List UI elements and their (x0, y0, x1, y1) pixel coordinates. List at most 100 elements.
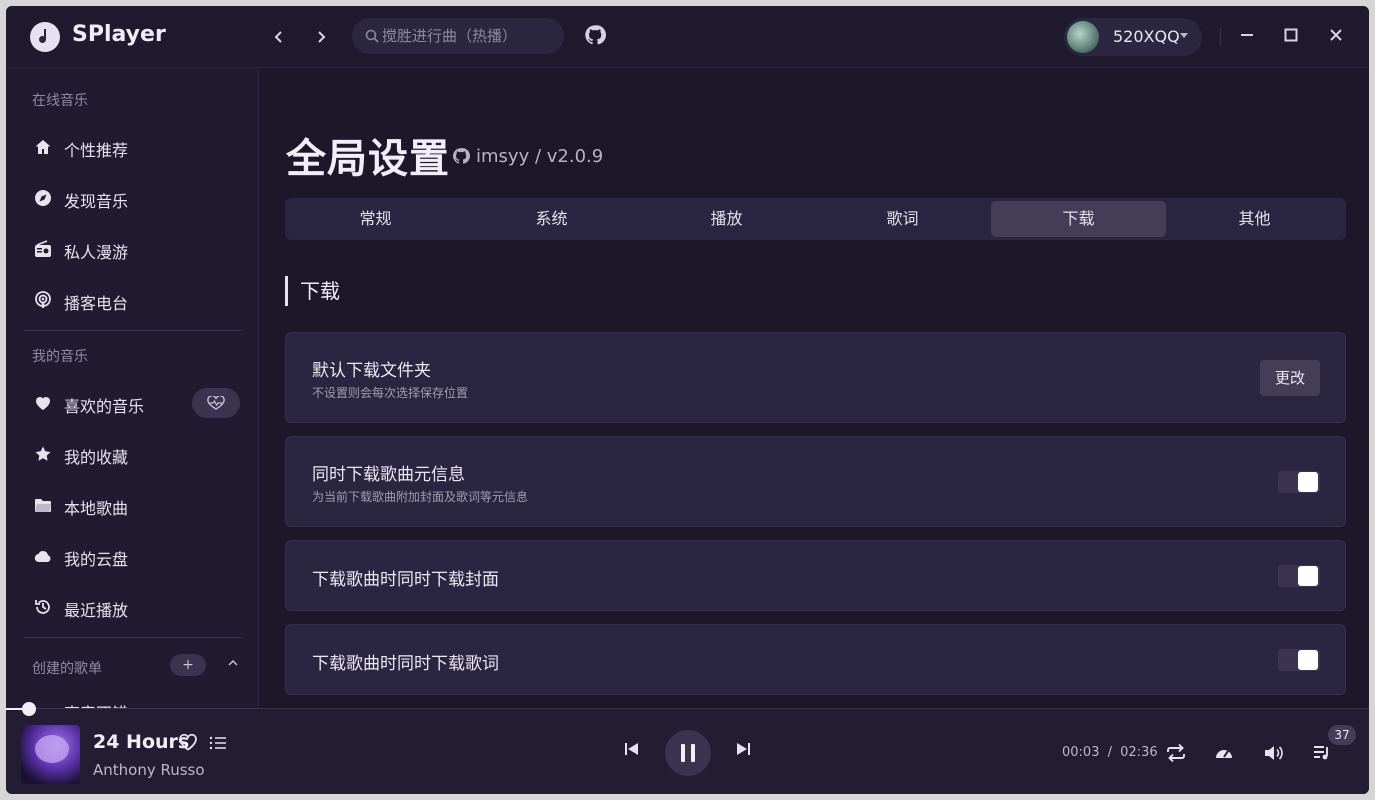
queue-count-badge: 37 (1328, 725, 1356, 745)
sidebar-item-label: 我的云盘 (64, 550, 129, 569)
setting-title: 下载歌曲时同时下载封面 (312, 570, 499, 590)
song-menu-button[interactable] (209, 735, 227, 755)
github-icon (453, 148, 470, 164)
compass-icon (35, 190, 51, 206)
tab-general[interactable]: 常规 (288, 201, 463, 237)
setting-download-lyrics: 下载歌曲时同时下载歌词 (285, 624, 1346, 695)
setting-description: 不设置则会每次选择保存位置 (312, 386, 469, 400)
avatar (1067, 21, 1099, 53)
maximize-icon (1284, 28, 1298, 42)
setting-description: 为当前下载歌曲附加封面及歌词等元信息 (312, 490, 529, 504)
tab-playback[interactable]: 播放 (639, 201, 814, 237)
maximize-button[interactable] (1278, 24, 1304, 50)
search-input[interactable]: 搅胜进行曲（热播） (352, 18, 564, 54)
skip-previous-icon (625, 743, 638, 755)
meta-toggle[interactable] (1278, 471, 1320, 493)
collapse-button[interactable] (228, 656, 238, 670)
sidebar-item-recommend[interactable]: 个性推荐 (24, 127, 242, 167)
add-playlist-button[interactable]: + (170, 654, 206, 676)
sidebar-item-recent[interactable]: 最近播放 (24, 587, 242, 627)
sidebar-item-collection[interactable]: 我的收藏 (24, 434, 242, 474)
github-button[interactable] (584, 24, 606, 50)
lyrics-toggle[interactable] (1278, 649, 1320, 671)
volume-button[interactable] (1263, 743, 1283, 767)
repeat-button[interactable] (1165, 743, 1187, 767)
setting-download-cover: 下载歌曲时同时下载封面 (285, 540, 1346, 611)
minimize-icon (1241, 34, 1253, 36)
pause-icon (681, 744, 695, 762)
title-bar: SPlayer 搅胜进行曲（热播） 520XQQ (6, 6, 1369, 68)
caret-down-icon (1180, 33, 1188, 38)
player-bar: 24 Hours Anthony Russo 00:03 / 02:36 37 (6, 702, 1369, 794)
setting-title: 下载歌曲时同时下载歌词 (312, 654, 499, 674)
chevron-up-icon (228, 659, 238, 666)
repeat-icon (1167, 743, 1185, 763)
toggle-knob (1298, 650, 1318, 670)
setting-title: 同时下载歌曲元信息 (312, 465, 465, 485)
search-icon (365, 29, 379, 43)
app-name[interactable]: SPlayer (72, 22, 166, 47)
sidebar-item-label: 喜欢的音乐 (64, 397, 145, 416)
volume-icon (1265, 746, 1283, 760)
heart-outline-icon (179, 733, 197, 751)
sidebar-item-discover[interactable]: 发现音乐 (24, 178, 242, 218)
chevron-right-icon (318, 31, 326, 43)
minimize-button[interactable] (1234, 24, 1260, 50)
forward-button[interactable] (308, 24, 334, 50)
heartbeat-icon (207, 395, 225, 410)
sidebar-item-label: 发现音乐 (64, 192, 129, 211)
progress-handle[interactable] (22, 702, 36, 716)
repo-owner: imsyy (476, 146, 530, 167)
heartbeat-mode-button[interactable] (192, 388, 240, 418)
tab-system[interactable]: 系统 (464, 201, 639, 237)
sidebar-item-label: 本地歌曲 (64, 499, 129, 518)
speed-button[interactable] (1214, 743, 1234, 767)
pause-button[interactable] (665, 730, 711, 776)
version-label: v2.0.9 (546, 146, 604, 167)
chevron-left-icon (274, 31, 282, 43)
cover-toggle[interactable] (1278, 565, 1320, 587)
previous-button[interactable] (624, 741, 640, 761)
user-menu[interactable]: 520XQQ (1064, 18, 1202, 56)
section-title: 下载 (285, 276, 340, 306)
sidebar-item-local[interactable]: 本地歌曲 (24, 485, 242, 525)
sidebar-item-cloud[interactable]: 我的云盘 (24, 536, 242, 576)
like-button[interactable] (178, 733, 198, 755)
app-logo-icon[interactable] (30, 22, 60, 52)
sidebar-divider (24, 637, 242, 638)
time-separator: / (1107, 745, 1112, 760)
duration: 02:36 (1120, 745, 1158, 760)
sidebar-item-podcast[interactable]: 播客电台 (24, 280, 242, 320)
sidebar-section-online: 在线音乐 (32, 93, 88, 109)
tab-download[interactable]: 下载 (991, 201, 1166, 237)
album-cover[interactable] (21, 725, 80, 784)
back-button[interactable] (266, 24, 292, 50)
change-folder-button[interactable]: 更改 (1260, 360, 1320, 396)
cloud-icon (34, 551, 51, 563)
tab-other[interactable]: 其他 (1167, 201, 1342, 237)
toggle-knob (1298, 472, 1318, 492)
sidebar-item-roaming[interactable]: 私人漫游 (24, 229, 242, 269)
sidebar-item-label: 播客电台 (64, 294, 129, 313)
speedometer-icon (1216, 750, 1232, 758)
sidebar-item-liked[interactable]: 喜欢的音乐 (24, 383, 242, 423)
settings-tabs: 常规 系统 播放 歌词 下载 其他 (285, 198, 1346, 240)
heart-icon (36, 397, 50, 410)
user-name: 520XQQ (1113, 27, 1180, 46)
search-placeholder: 搅胜进行曲（热播） (382, 27, 518, 45)
song-title[interactable]: 24 Hours (93, 731, 189, 753)
sidebar-playlist-item[interactable]: 声音不错 (64, 700, 128, 708)
repo-link[interactable]: imsyy / v2.0.9 (452, 146, 603, 167)
github-icon (585, 25, 606, 45)
home-icon (35, 140, 51, 154)
artist-name[interactable]: Anthony Russo (93, 761, 205, 779)
next-button[interactable] (735, 741, 751, 761)
sidebar-section-created: 创建的歌单 (32, 661, 102, 677)
app-window: SPlayer 搅胜进行曲（热播） 520XQQ 在线音乐 个性推荐 发现音乐 … (6, 6, 1369, 794)
settings-main: 全局设置 imsyy / v2.0.9 常规 系统 播放 歌词 下载 其他 下载… (260, 68, 1369, 708)
playlist-queue-button[interactable] (1312, 743, 1332, 767)
tab-lyrics[interactable]: 歌词 (815, 201, 990, 237)
playback-time: 00:03 / 02:36 (1062, 745, 1158, 760)
radio-icon (35, 240, 51, 257)
close-button[interactable] (1323, 24, 1349, 50)
